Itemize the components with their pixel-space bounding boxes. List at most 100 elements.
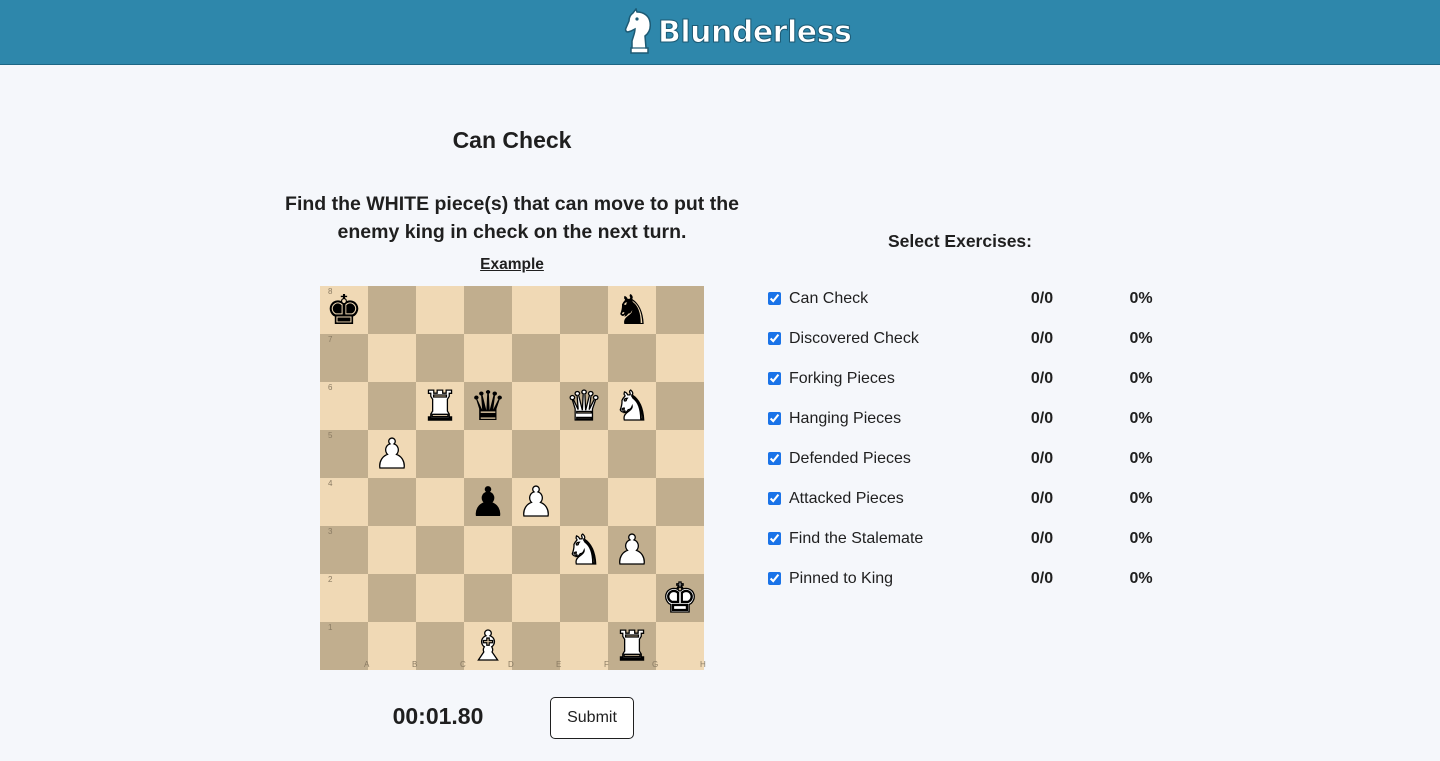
square-h8[interactable] [656,286,704,334]
square-h5[interactable] [656,430,704,478]
square-h3[interactable] [656,526,704,574]
square-e1[interactable] [512,622,560,670]
exercise-name: Can Check [789,290,869,307]
square-h7[interactable] [656,334,704,382]
square-f8[interactable] [560,286,608,334]
exercise-checkbox[interactable] [768,372,781,385]
exercise-checkbox[interactable] [768,332,781,345]
square-e5[interactable] [512,430,560,478]
square-c4[interactable] [416,478,464,526]
exercise-name: Hanging Pieces [789,410,902,427]
square-c5[interactable] [416,430,464,478]
square-f2[interactable] [560,574,608,622]
square-h4[interactable] [656,478,704,526]
square-a1[interactable] [320,622,368,670]
square-c7[interactable] [416,334,464,382]
square-c2[interactable] [416,574,464,622]
square-e8[interactable] [512,286,560,334]
white-knight-piece[interactable]: ♞ [565,525,603,574]
square-e3[interactable] [512,526,560,574]
square-g8[interactable]: ♞ [608,286,656,334]
white-queen-piece[interactable]: ♛ [565,381,603,430]
exercise-checkbox[interactable] [768,452,781,465]
square-a8[interactable]: ♚ [320,286,368,334]
square-d5[interactable] [464,430,512,478]
square-f5[interactable] [560,430,608,478]
square-d6[interactable]: ♛ [464,382,512,430]
exercise-name: Attacked Pieces [789,490,904,507]
square-g4[interactable] [608,478,656,526]
square-g2[interactable] [608,574,656,622]
exercise-checkbox[interactable] [768,292,781,305]
square-b5[interactable]: ♟ [368,429,416,479]
square-c3[interactable] [416,526,464,574]
square-c8[interactable] [416,286,464,334]
white-rook-piece[interactable]: ♜ [421,381,459,430]
square-d2[interactable] [464,574,512,622]
white-pawn-piece[interactable]: ♟ [613,525,651,574]
black-knight-piece[interactable]: ♞ [614,286,651,334]
square-b6[interactable] [368,382,416,430]
square-e6[interactable] [512,382,560,430]
square-c6[interactable]: ♜ [416,381,464,431]
exercise-row: Attacked Pieces 0/0 0% [768,489,1188,529]
square-d1[interactable]: ♝ [464,621,512,671]
square-d7[interactable] [464,334,512,382]
square-a7[interactable] [320,334,368,382]
exercise-checkbox[interactable] [768,532,781,545]
black-king-piece[interactable]: ♚ [326,286,363,334]
square-f1[interactable] [560,622,608,670]
square-a3[interactable] [320,526,368,574]
square-h1[interactable] [656,622,704,670]
square-e7[interactable] [512,334,560,382]
square-f3[interactable]: ♞ [560,525,608,575]
exercise-checkbox[interactable] [768,572,781,585]
white-king-piece[interactable]: ♚ [661,573,699,622]
square-b2[interactable] [368,574,416,622]
square-f4[interactable] [560,478,608,526]
square-d8[interactable] [464,286,512,334]
exercise-score: 0/0 [1030,490,1054,507]
exercise-percent: 0% [1129,410,1153,427]
square-d4[interactable]: ♟ [464,478,512,526]
square-c1[interactable] [416,622,464,670]
exercise-checkbox[interactable] [768,412,781,425]
exercise-score: 0/0 [1030,450,1054,467]
exercise-checkbox[interactable] [768,492,781,505]
square-b1[interactable] [368,622,416,670]
white-pawn-piece[interactable]: ♟ [373,429,411,478]
square-g6[interactable]: ♞ [608,381,656,431]
square-b4[interactable] [368,478,416,526]
chess-board[interactable]: ♚ ♞ ♜ ♛ ♛ ♞ ♟ ♟ ♟ ♞ ♟ ♚ ♝ ♜ [320,286,704,671]
white-rook-piece[interactable]: ♜ [613,621,651,670]
white-knight-piece[interactable]: ♞ [613,381,651,430]
square-h2[interactable]: ♚ [656,573,704,623]
white-bishop-piece[interactable]: ♝ [469,621,507,670]
black-pawn-piece[interactable]: ♟ [470,478,507,526]
square-f7[interactable] [560,334,608,382]
square-a2[interactable] [320,574,368,622]
square-b7[interactable] [368,334,416,382]
square-b3[interactable] [368,526,416,574]
black-queen-piece[interactable]: ♛ [470,382,507,430]
example-link[interactable]: Example [472,256,552,274]
square-a5[interactable] [320,430,368,478]
square-a4[interactable] [320,478,368,526]
square-a6[interactable] [320,382,368,430]
square-e2[interactable] [512,574,560,622]
exercise-row: Find the Stalemate 0/0 0% [768,529,1188,569]
white-pawn-piece[interactable]: ♟ [517,477,555,526]
exercise-name: Forking Pieces [789,370,895,387]
square-g1[interactable]: ♜ [608,621,656,671]
square-e4[interactable]: ♟ [512,477,560,527]
square-d3[interactable] [464,526,512,574]
square-g3[interactable]: ♟ [608,525,656,575]
square-g7[interactable] [608,334,656,382]
square-f6[interactable]: ♛ [560,381,608,431]
square-b8[interactable] [368,286,416,334]
brand-logo-link[interactable]: Blunderless [622,8,852,56]
exercise-row: Discovered Check 0/0 0% [768,329,1188,369]
square-h6[interactable] [656,382,704,430]
square-g5[interactable] [608,430,656,478]
submit-button[interactable]: Submit [550,697,634,739]
